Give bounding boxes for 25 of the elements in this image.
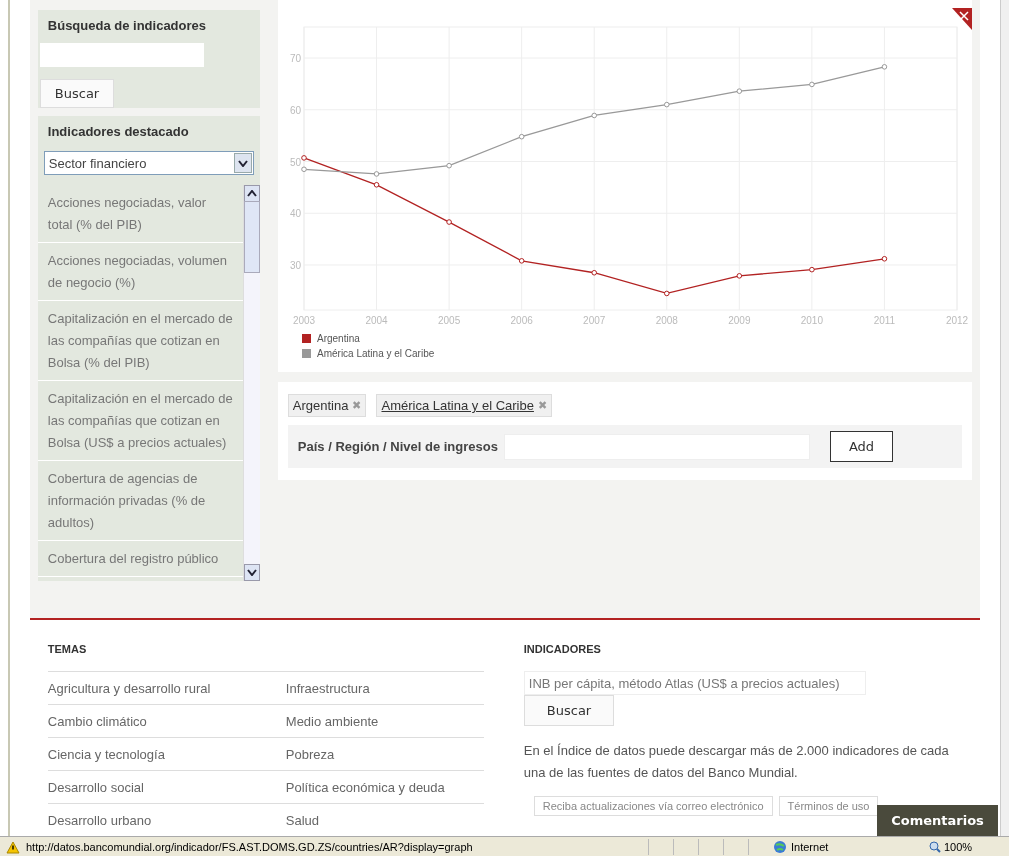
panel-title: Indicadores destacado: [46, 124, 190, 139]
x-tick-label: 2008: [655, 315, 678, 326]
field-label: País / Región / Nivel de ingresos: [297, 439, 498, 454]
legend-label: Argentina: [316, 333, 360, 344]
zone-label: Internet: [791, 841, 829, 853]
panel-title: Búsqueda de indicadores: [46, 18, 207, 33]
y-tick-label: 50: [289, 156, 301, 168]
x-tick-label: 2009: [728, 315, 751, 326]
x-tick-label: 2012: [945, 315, 968, 326]
y-tick-label: 40: [289, 208, 301, 220]
status-url: http://datos.bancomundial.org/indicador/FS.AST.DOMS.GD.ZS/countries/AR?display=graph: [26, 841, 474, 853]
section-title: INDICADORES: [523, 643, 601, 655]
legend-label: América Latina y el Caribe: [316, 348, 435, 359]
section-title: TEMAS: [47, 643, 87, 655]
x-tick-label: 2006: [510, 315, 533, 326]
y-tick-label: 30: [289, 260, 301, 271]
y-tick-label: 70: [289, 53, 301, 65]
y-tick-label: 60: [289, 104, 301, 116]
x-tick-label: 2004: [365, 315, 388, 326]
info-paragraph: En el Índice de datos puede descargar más de 2.000 indicadores de cada una de las fuentes de datos del Banco Mundial.: [523, 742, 950, 782]
x-tick-label: 2005: [437, 315, 461, 326]
x-tick-label: 2007: [582, 315, 606, 326]
x-tick-label: 2003: [292, 315, 315, 326]
x-tick-label: 2011: [873, 315, 895, 326]
x-tick-label: 2010: [800, 315, 823, 326]
